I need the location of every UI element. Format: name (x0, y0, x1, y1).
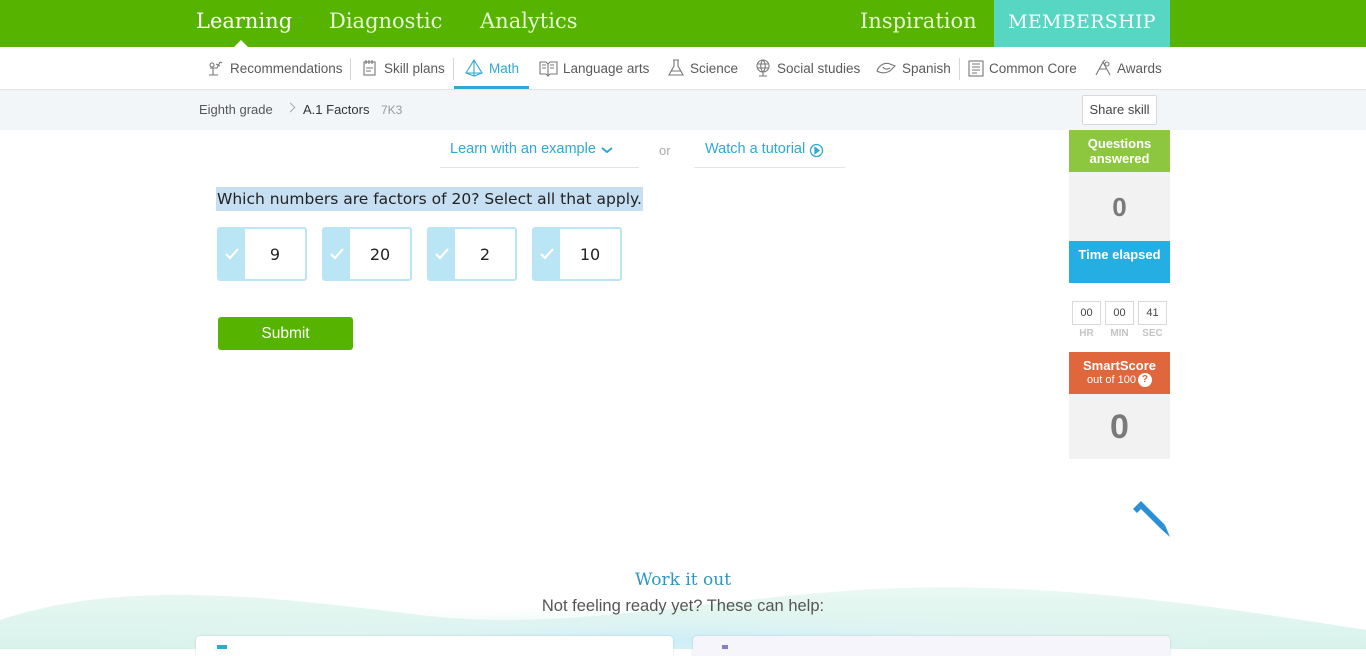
check-box[interactable] (429, 229, 455, 279)
help-card[interactable] (196, 636, 673, 656)
work-it-out-subtitle: Not feeling ready yet? These can help: (541, 597, 825, 615)
smartscore-header: SmartScore out of 100? (1069, 352, 1170, 394)
smartscore-value: 0 (1069, 394, 1170, 459)
or-label: or (659, 143, 671, 158)
language-arts-icon (539, 61, 558, 77)
learn-with-example-link[interactable]: Learn with an example (440, 138, 639, 168)
submit-button[interactable]: Submit (218, 317, 353, 350)
subnav-label: Awards (1117, 60, 1162, 76)
subnav-divider (959, 58, 960, 80)
social-studies-icon (756, 59, 770, 77)
time-elapsed-label: Time elapsed (1078, 247, 1161, 262)
card-icon (217, 645, 227, 649)
answer-choice[interactable]: 9 (217, 227, 307, 281)
learn-label: Learn with an example (450, 141, 596, 157)
timer-seconds: 41 (1138, 301, 1167, 325)
watch-tutorial-link[interactable]: Watch a tutorial (694, 138, 845, 168)
check-box[interactable] (219, 229, 245, 279)
timer-hours-label: HR (1079, 328, 1094, 339)
science-icon (668, 59, 684, 76)
subnav-label: Skill plans (384, 60, 445, 76)
check-box[interactable] (324, 229, 350, 279)
choice-value: 20 (369, 244, 391, 264)
card-icon (722, 645, 728, 649)
pencil-icon[interactable] (1131, 499, 1171, 539)
check-icon (435, 248, 449, 260)
subnav-label: Science (690, 60, 739, 76)
subnav-label: Spanish (902, 60, 951, 76)
timer-minutes-label: MIN (1110, 328, 1129, 339)
time-elapsed-header: Time elapsed (1069, 241, 1170, 283)
subnav-label: Social studies (777, 60, 861, 76)
chevron-down-icon (601, 147, 613, 154)
choice-value: 10 (579, 244, 601, 264)
breadcrumb-skill: A.1 Factors (303, 102, 370, 117)
check-icon (540, 248, 554, 260)
subnav-math[interactable]: Math (454, 47, 530, 89)
timer-seconds-label: SEC (1142, 328, 1163, 339)
questions-answered-header: Questions answered (1069, 130, 1170, 172)
subnav-spanish[interactable]: Spanish (875, 47, 951, 89)
check-icon (330, 248, 344, 260)
common-core-icon (968, 60, 984, 77)
subnav-language-arts[interactable]: Language arts (539, 47, 649, 89)
subnav-label: Language arts (563, 60, 650, 76)
active-tab-caret (234, 40, 248, 47)
subnav-label: Math (489, 60, 520, 76)
questions-answered-label: Questions answered (1087, 136, 1152, 166)
question-prompt: Which numbers are factors of 20? Select … (216, 187, 643, 211)
subnav-recommendations[interactable]: Recommendations (206, 47, 343, 89)
membership-button[interactable]: MEMBERSHIP (994, 0, 1170, 47)
help-icon[interactable]: ? (1137, 373, 1152, 388)
share-skill-button[interactable]: Share skill (1082, 95, 1157, 125)
tab-inspiration[interactable]: Inspiration (860, 0, 977, 47)
recommendations-icon (209, 61, 223, 76)
answer-choice[interactable]: 10 (532, 227, 622, 281)
work-it-out-title: Work it out (634, 570, 732, 590)
check-box[interactable] (534, 229, 560, 279)
subnav-social-studies[interactable]: Social studies (754, 47, 860, 89)
tab-diagnostic[interactable]: Diagnostic (329, 0, 442, 47)
check-icon (225, 248, 239, 260)
play-circle-icon (810, 143, 824, 158)
smartscore-sub: out of 100? (1069, 373, 1170, 388)
choice-value: 2 (479, 244, 491, 264)
subnav-awards[interactable]: Awards (1094, 47, 1162, 89)
answer-choice[interactable]: 2 (427, 227, 517, 281)
choice-value: 9 (269, 244, 281, 264)
chevron-right-icon (285, 102, 296, 113)
smartscore-label: SmartScore (1083, 358, 1156, 373)
subnav-science[interactable]: Science (667, 47, 738, 89)
math-icon (465, 59, 483, 77)
help-card[interactable] (693, 636, 1170, 656)
subnav-label: Recommendations (230, 60, 343, 76)
tutorial-label: Watch a tutorial (705, 141, 806, 157)
timer-hours: 00 (1072, 301, 1101, 325)
skill-plans-icon (363, 60, 376, 76)
questions-answered-value: 0 (1069, 172, 1170, 241)
subnav-divider (350, 58, 351, 80)
timer-minutes: 00 (1105, 301, 1134, 325)
skill-code: 7K3 (381, 103, 403, 117)
answer-choice[interactable]: 20 (322, 227, 412, 281)
subnav-skill-plans[interactable]: Skill plans (361, 47, 445, 89)
tab-analytics[interactable]: Analytics (480, 0, 577, 47)
subnav-common-core[interactable]: Common Core (968, 47, 1077, 89)
spanish-icon (876, 62, 896, 74)
subject-nav: Recommendations Skill plans Math Languag… (0, 47, 1366, 90)
top-nav: Learning Diagnostic Analytics Inspiratio… (0, 0, 1366, 47)
breadcrumb: Eighth grade A.1 Factors 7K3 Share skill (0, 90, 1366, 130)
subnav-label: Common Core (989, 60, 1077, 76)
smartscore-sub-label: out of 100 (1087, 374, 1136, 386)
awards-icon (1095, 59, 1111, 76)
breadcrumb-grade[interactable]: Eighth grade (199, 102, 273, 117)
